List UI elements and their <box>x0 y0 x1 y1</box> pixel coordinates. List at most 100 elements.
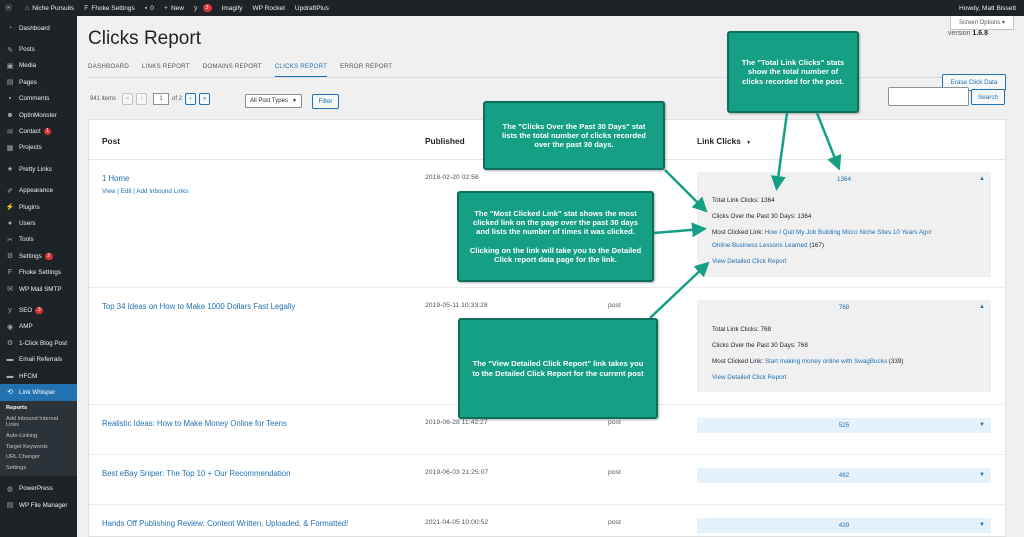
mic-icon: ◍ <box>6 485 14 493</box>
clicks-panel: 482 ▼ <box>697 468 991 483</box>
search-button[interactable]: Search <box>971 89 1005 105</box>
sidebar-item-pretty-links[interactable]: ★ Pretty Links <box>0 161 77 177</box>
whisper-icon: ⟲ <box>7 389 13 397</box>
published-date: 2019-06-28 11:42:27 <box>425 419 488 426</box>
published-date: 2018-02-20 02:58 <box>425 174 479 181</box>
row-actions[interactable]: View | Edit | Add Inbound Links <box>102 188 188 195</box>
post-title-link[interactable]: Best eBay Sniper: The Top 10 + Our Recom… <box>102 469 290 478</box>
submenu-auto-linking[interactable]: Auto-Linking <box>0 431 77 442</box>
sidebar-item-link-whisper[interactable]: ⟲ Link Whisper <box>0 384 77 401</box>
page-total: of 2 <box>172 96 183 102</box>
current-page-input[interactable]: 1 <box>153 93 170 105</box>
sidebar-item-powerpress[interactable]: ◍ PowerPress <box>0 481 77 497</box>
post-type-select[interactable]: All Post Types ▼ <box>245 94 302 108</box>
updates-link[interactable]: y3 <box>189 0 217 16</box>
col-published[interactable]: Published <box>425 136 465 146</box>
sidebar-item-seo[interactable]: y SEO 3 <box>0 302 77 318</box>
last-page-button[interactable]: » <box>199 93 211 105</box>
site-name-link[interactable]: ⌂ Niche Pursuits <box>20 0 79 16</box>
fhoke-icon: F <box>7 269 13 277</box>
sidebar-item-plugins[interactable]: ⚡ Plugins <box>0 199 77 215</box>
tab-domains-report[interactable]: DOMAINS REPORT <box>203 63 262 78</box>
fhoke-icon: F <box>84 4 89 12</box>
sidebar-item-settings[interactable]: ⚙ Settings 2 <box>0 248 77 264</box>
items-count: 941 items <box>90 96 117 102</box>
new-content-link[interactable]: + New <box>159 0 189 16</box>
dashboard-icon: ◔ <box>7 24 13 32</box>
sidebar-item-hfcm[interactable]: ▬ HFCM <box>0 368 77 384</box>
version-label: version 1.6.8 <box>947 30 988 37</box>
post-title-link[interactable]: Realistic Ideas: How to Make Money Onlin… <box>102 419 287 428</box>
view-detailed-report-link[interactable]: View Detailed Click Report <box>697 255 991 268</box>
post-type: post <box>608 519 621 526</box>
sidebar-item-email-referrals[interactable]: ▬ Email Referrals <box>0 351 77 367</box>
published-date: 2021-04-05 10:00:52 <box>425 519 489 526</box>
view-detailed-report-link[interactable]: View Detailed Click Report <box>697 371 991 384</box>
submenu-reports[interactable]: Reports <box>0 403 77 414</box>
post-title-link[interactable]: 1 Home <box>102 174 129 183</box>
plugin-icon: ⚡ <box>5 204 15 212</box>
post-title-link[interactable]: Hands Off Publishing Review: Content Wri… <box>102 519 348 528</box>
howdy-user-link[interactable]: Howdy, Matt Bissett <box>954 0 1024 16</box>
pagination: 941 items « ‹ 1 of 2 › » <box>90 93 213 105</box>
amp-icon: ◉ <box>6 323 14 331</box>
sidebar-item-pages[interactable]: ▤ Pages <box>0 74 77 90</box>
sidebar-item-fhoke-settings[interactable]: F Fhoke Settings <box>0 264 77 280</box>
clicks-toggle[interactable]: 482 ▼ <box>697 468 991 483</box>
imagify-link[interactable]: Imagify <box>217 0 248 16</box>
sidebar-item-amp[interactable]: ◉ AMP <box>0 319 77 335</box>
wp-logo-button[interactable]: ⓦ <box>0 0 20 16</box>
clicks-toggle[interactable]: 768 ▲ <box>697 300 991 315</box>
submenu-add-inbound-links[interactable]: Add Inbound Internal Links <box>0 413 77 430</box>
sidebar-item-wp-file-manager[interactable]: ▤ WP File Manager <box>0 497 77 513</box>
fhoke-settings-link[interactable]: F Fhoke Settings <box>79 0 140 16</box>
sidebar-item-contact[interactable]: ✉ Contact 1 <box>0 123 77 139</box>
post-title-link[interactable]: Top 34 Ideas on How to Make 1000 Dollars… <box>102 302 295 311</box>
post-type: post <box>608 419 621 426</box>
sidebar-item-comments[interactable]: ▪ Comments <box>0 91 77 107</box>
clicks-toggle[interactable]: 1364 ▲ <box>697 172 991 187</box>
most-clicked-link-anchor[interactable]: How I Quit My Job Building Micro Niche S… <box>765 229 932 236</box>
updraftplus-link[interactable]: UpdraftPlus <box>290 0 334 16</box>
sidebar-item-tools[interactable]: ✂ Tools <box>0 232 77 248</box>
sidebar-item-projects[interactable]: ▦ Projects <box>0 140 77 156</box>
tab-links-report[interactable]: LINKS REPORT <box>142 63 190 78</box>
filter-button[interactable]: Filter <box>312 94 339 109</box>
next-page-button[interactable]: › <box>185 93 197 105</box>
tab-clicks-report[interactable]: CLICKS REPORT <box>274 63 328 78</box>
sidebar-item-media[interactable]: ▣ Media <box>0 58 77 74</box>
sidebar-item-posts[interactable]: ✎ Posts <box>0 41 77 57</box>
prev-page-button[interactable]: ‹ <box>136 93 148 105</box>
sidebar-item-wp-mail-smtp[interactable]: ✉ WP Mail SMTP <box>0 281 77 297</box>
code-icon: ▬ <box>6 372 14 380</box>
tab-dashboard[interactable]: DASHBOARD <box>88 63 129 78</box>
submenu-url-changer[interactable]: URL Changer <box>0 452 77 463</box>
submenu-target-keywords[interactable]: Target Keywords <box>0 441 77 452</box>
total-link-clicks: Total Link Clicks: 1364 <box>712 197 775 204</box>
media-icon: ▣ <box>6 62 14 70</box>
most-clicked-link-anchor-cont[interactable]: Online Business Lessons Learned <box>712 242 808 249</box>
col-link-clicks[interactable]: Link Clicks ▼ <box>697 136 751 146</box>
page-icon: ▤ <box>6 79 14 87</box>
wp-rocket-link[interactable]: WP Rocket <box>248 0 290 16</box>
sidebar-item-appearance[interactable]: ✐ Appearance <box>0 183 77 199</box>
yoast-icon: y <box>194 4 198 12</box>
col-post[interactable]: Post <box>102 136 120 146</box>
sidebar-item-optinmonster[interactable]: ☻ OptinMonster <box>0 107 77 123</box>
comments-link[interactable]: ▪ 0 <box>140 0 159 16</box>
home-icon: ⌂ <box>25 4 30 12</box>
clicks-toggle[interactable]: 439 ▼ <box>697 518 991 533</box>
admin-bar: ⓦ ⌂ Niche Pursuits F Fhoke Settings ▪ 0 + Ne… <box>0 0 1024 16</box>
sidebar-item-users[interactable]: ● Users <box>0 215 77 231</box>
callout-total-link-clicks: The "Total Link Clicks" stats show the t… <box>727 31 859 113</box>
most-clicked-link-anchor[interactable]: Start making money online with SwagBucks <box>765 358 887 365</box>
sidebar-item-1-click-blog-post[interactable]: ⚙ 1-Click Blog Post <box>0 335 77 351</box>
search-input[interactable] <box>888 87 969 106</box>
submenu-settings[interactable]: Settings <box>0 463 77 474</box>
first-page-button[interactable]: « <box>122 93 134 105</box>
post-type: post <box>608 469 621 476</box>
screen-options-button[interactable]: Screen Options ▾ <box>949 16 1014 30</box>
clicks-toggle[interactable]: 525 ▼ <box>697 418 991 433</box>
tab-error-report[interactable]: ERROR REPORT <box>340 63 392 78</box>
sidebar-item-dashboard[interactable]: ◔ Dashboard <box>0 20 77 36</box>
